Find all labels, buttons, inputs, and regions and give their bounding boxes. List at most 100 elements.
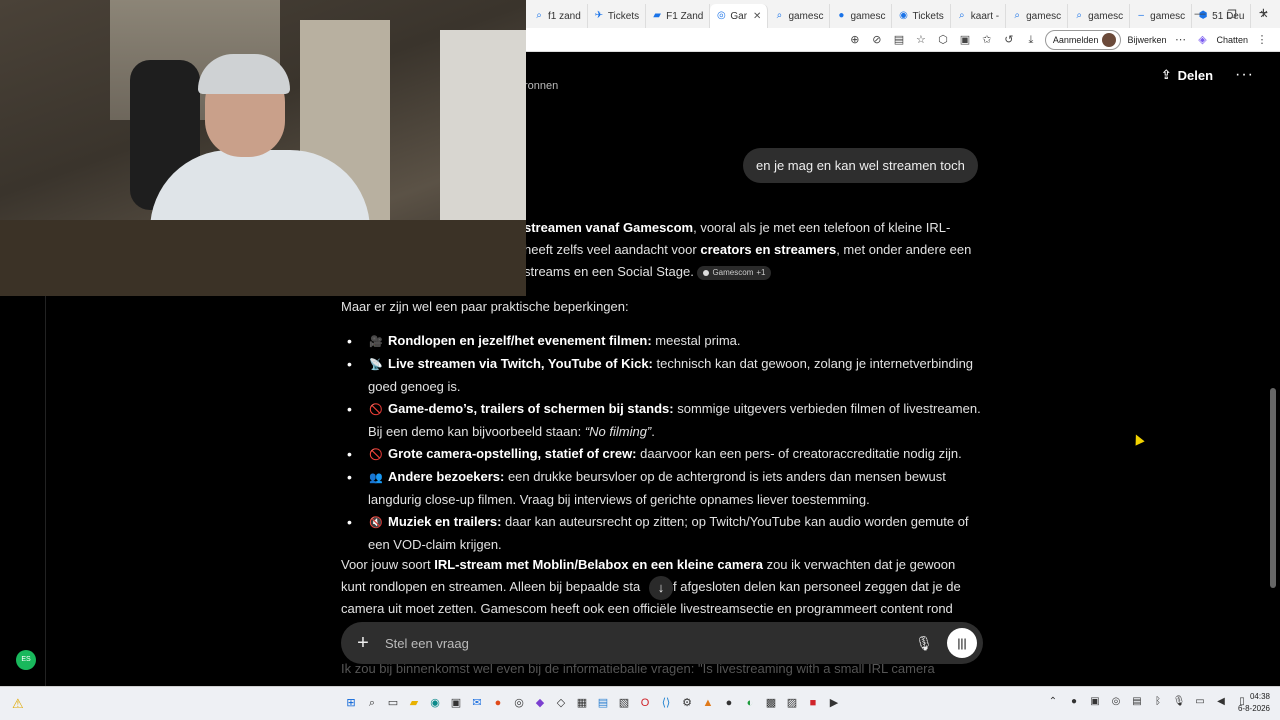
browser-tab[interactable]: ⌕ gamesc (1006, 4, 1069, 28)
app-icon[interactable]: ▨ (785, 695, 799, 711)
tab-label: f1 zand (548, 10, 581, 22)
vscode-icon[interactable]: ⟨⟩ (659, 695, 673, 711)
more-options-icon[interactable]: ··· (1235, 66, 1254, 84)
browser-tab[interactable]: – gamesc (1130, 4, 1193, 28)
chatgpt-icon: ◎ (717, 10, 726, 21)
browser-tab[interactable]: ✈ Tickets (588, 4, 647, 28)
browser-tab[interactable]: ⌕ gamesc (1068, 4, 1131, 28)
firefox-icon[interactable]: ● (491, 695, 505, 711)
search-icon[interactable]: ⌕ (365, 695, 379, 711)
webcam-desk (0, 220, 526, 296)
browser-tab[interactable]: ▰ F1 Zand (646, 4, 711, 28)
top-actions: ⇪ Delen ··· (1161, 66, 1254, 84)
split-screen-icon[interactable]: ▣ (957, 32, 973, 48)
restore-icon[interactable]: ❐ (1216, 8, 1248, 21)
tray-app-icon[interactable]: ● (1067, 696, 1081, 707)
file-explorer-icon[interactable]: ▰ (407, 695, 421, 711)
app-icon[interactable]: ● (722, 695, 736, 711)
citation-chip[interactable]: Gamescom +1 (697, 265, 772, 280)
share-button[interactable]: ⇪ Delen (1161, 67, 1213, 83)
add-attachment-icon[interactable]: + (341, 632, 385, 655)
volume-icon[interactable]: ◀ (1214, 696, 1228, 707)
profile-avatar[interactable]: ES (16, 650, 36, 670)
obs-icon[interactable]: ◎ (512, 695, 526, 711)
mail-icon[interactable]: ✉ (470, 695, 484, 711)
bullet-title: Muziek en trailers: (388, 514, 502, 529)
answer-text: streams en een Social Stage. (524, 264, 694, 279)
browser-tab[interactable]: ⌕ gamesc (768, 4, 831, 28)
app-icon[interactable]: ▤ (596, 695, 610, 711)
tray-chevron-icon[interactable]: ⌃ (1046, 696, 1060, 707)
answer-bold: creators en streamers (700, 242, 837, 257)
favorite-star-icon[interactable]: ☆ (913, 32, 929, 48)
list-item: 🎥 Rondlopen en jezelf/het evenement filme… (341, 330, 983, 353)
tray-app-icon[interactable]: ◎ (1109, 696, 1123, 707)
chat-button[interactable]: Chatten (1216, 35, 1248, 45)
settings-icon[interactable]: ⚙ (680, 695, 694, 711)
downloads-icon[interactable]: ⤓ (1023, 32, 1039, 48)
app-icon[interactable]: ■ (806, 695, 820, 711)
prompt-input[interactable] (385, 635, 909, 651)
media-player-icon[interactable]: ▶ (827, 695, 841, 711)
app-icon[interactable]: ▣ (449, 695, 463, 711)
favorites-icon[interactable]: ✩ (979, 32, 995, 48)
browser-tab[interactable]: ⌕ f1 zand (528, 4, 588, 28)
bullet-emoji-icon: 🎥 (369, 336, 383, 348)
scroll-down-button[interactable]: ↓ (649, 576, 673, 600)
app-icon[interactable]: ▧ (617, 695, 631, 711)
update-button[interactable]: Bijwerken (1127, 35, 1166, 45)
copilot-icon[interactable]: ◈ (1194, 32, 1210, 48)
more-icon[interactable]: ⋯ (1172, 32, 1188, 48)
sources-label[interactable]: ronnen (524, 80, 558, 92)
taskbar-clock[interactable]: 04:38 6-8-2026 (1238, 691, 1270, 715)
page-scrollbar[interactable] (1268, 52, 1276, 686)
answer-text: heeft zelfs veel aandacht voor (524, 242, 701, 257)
browser-tab[interactable]: ◎ Gar ✕ (710, 4, 769, 28)
network-icon[interactable]: ▭ (1193, 696, 1207, 707)
close-tab-icon[interactable]: ✕ (753, 11, 761, 22)
task-view-icon[interactable]: ▭ (386, 695, 400, 711)
browser-tab[interactable]: ◉ Tickets (892, 4, 951, 28)
sidebar-more-icon[interactable]: ⋮ (1254, 32, 1270, 48)
microphone-icon[interactable]: 🎙 (1172, 696, 1186, 707)
microphone-icon[interactable]: 🎙 (909, 635, 939, 652)
mouse-cursor-icon (1131, 432, 1145, 446)
browser-tab[interactable]: ⌕ kaart - (951, 4, 1007, 28)
start-icon[interactable]: ⊞ (344, 695, 358, 711)
bullet-title: Live streamen via Twitch, YouTube of Kic… (388, 356, 653, 371)
tab-label: gamesc (1026, 10, 1062, 22)
tab-label: gamesc (1150, 10, 1186, 22)
tray-app-icon[interactable]: ▤ (1130, 696, 1144, 707)
app-icon[interactable]: ▩ (764, 695, 778, 711)
app-icon[interactable]: ▦ (575, 695, 589, 711)
answer-bold: streamen vanaf Gamescom (524, 220, 694, 235)
windows-taskbar: ⚠ ⊞ ⌕ ▭ ▰ ◉ ▣ ✉ ● ◎ ◆ ◇ ▦ ▤ ▧ O ⟨⟩ ⚙ ▲ ●… (0, 686, 1280, 720)
dash-icon: – (1138, 10, 1144, 21)
scroll-thumb[interactable] (1270, 388, 1276, 588)
bluetooth-icon[interactable]: ᛒ (1151, 696, 1165, 707)
warning-icon[interactable]: ⚠ (12, 696, 24, 712)
vlc-icon[interactable]: ▲ (701, 695, 715, 711)
opera-icon[interactable]: O (638, 695, 652, 711)
history-icon[interactable]: ↺ (1001, 32, 1017, 48)
tracking-icon[interactable]: ⊘ (869, 32, 885, 48)
edge-icon[interactable]: ◉ (428, 695, 442, 711)
tray-app-icon[interactable]: ▣ (1088, 696, 1102, 707)
minimize-icon[interactable]: — (1184, 8, 1216, 20)
extensions-icon[interactable]: ⬡ (935, 32, 951, 48)
search-icon: ⌕ (536, 10, 542, 21)
app-icon[interactable]: ◇ (554, 695, 568, 711)
list-item: 🔇Muziek en trailers: daar kan auteursrec… (341, 511, 983, 556)
bullet-text: meestal prima. (651, 333, 741, 348)
reader-icon[interactable]: ▤ (891, 32, 907, 48)
close-icon[interactable]: ✕ (1248, 8, 1280, 21)
zoom-icon[interactable]: ⊕ (847, 32, 863, 48)
search-icon: ⌕ (1076, 10, 1082, 21)
bullet-title: Andere bezoekers: (388, 469, 505, 484)
voice-mode-icon[interactable]: ||| (947, 628, 977, 658)
signin-button[interactable]: Aanmelden (1044, 29, 1122, 50)
share-icon: ⇪ (1160, 67, 1172, 82)
browser-tab[interactable]: ● gamesc (830, 4, 893, 28)
chrome-icon[interactable]: ◐ (743, 695, 757, 711)
app-icon[interactable]: ◆ (533, 695, 547, 711)
